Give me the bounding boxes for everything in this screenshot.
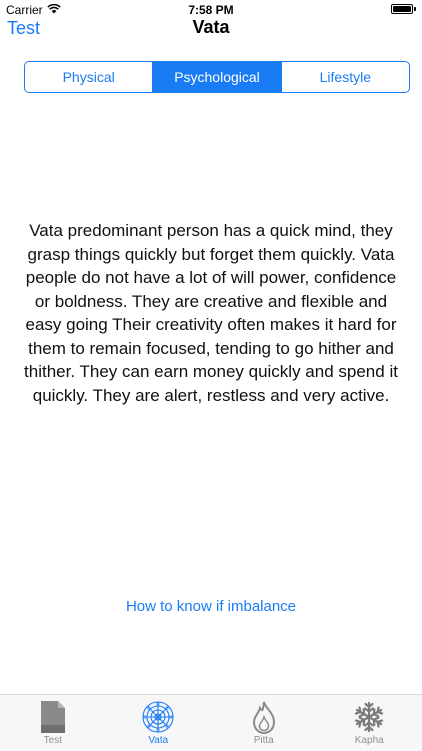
snowflake-icon (351, 700, 387, 734)
segment-physical[interactable]: Physical (25, 62, 152, 92)
navigation-bar: Test Vata (0, 18, 422, 44)
page-title: Vata (0, 17, 422, 38)
tab-pitta[interactable]: Pitta (211, 695, 317, 751)
document-icon (35, 700, 71, 734)
flame-icon (246, 700, 282, 734)
tab-label-test: Test (44, 735, 62, 746)
battery-icon (391, 4, 416, 14)
segmented-control: Physical Psychological Lifestyle (24, 61, 410, 93)
status-time: 7:58 PM (0, 3, 422, 17)
segment-lifestyle[interactable]: Lifestyle (281, 62, 409, 92)
mandala-icon (140, 700, 176, 734)
description-text: Vata predominant person has a quick mind… (24, 219, 398, 407)
tab-bar: Test Vata (0, 694, 422, 751)
tab-label-kapha: Kapha (355, 735, 384, 746)
imbalance-link[interactable]: How to know if imbalance (0, 598, 422, 615)
segment-psychological[interactable]: Psychological (152, 62, 280, 92)
tab-kapha[interactable]: Kapha (317, 695, 422, 751)
tab-label-vata: Vata (148, 735, 168, 746)
tab-vata[interactable]: Vata (106, 695, 212, 751)
tab-label-pitta: Pitta (254, 735, 274, 746)
tab-test[interactable]: Test (0, 695, 106, 751)
